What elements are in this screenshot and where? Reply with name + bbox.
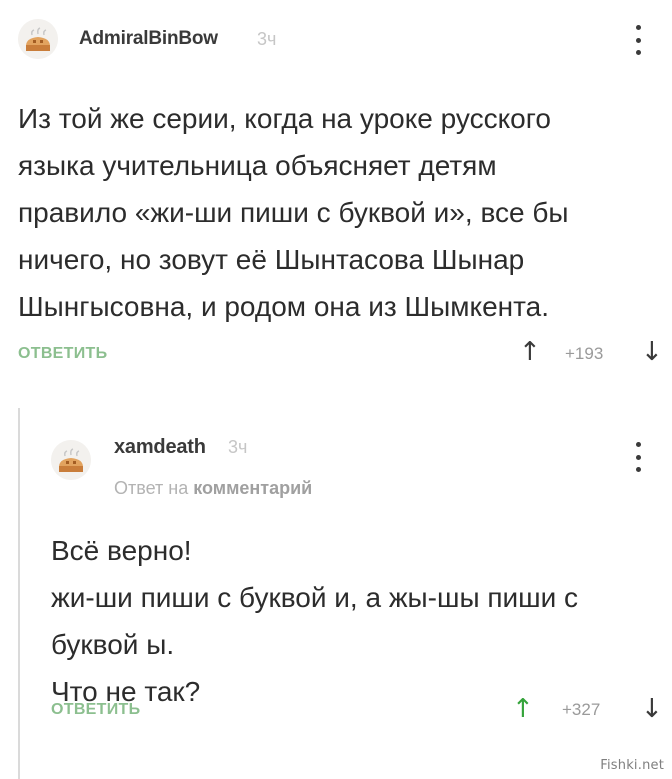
comment-line: Шынгысовна, и родом она из Шымкента. [18, 291, 549, 322]
comment: AdmiralBinBow 3ч Из той же серии, когда … [0, 0, 672, 390]
downvote-arrow-icon[interactable]: ↓ [641, 339, 663, 365]
upvote-arrow-icon[interactable]: ↑ [519, 339, 541, 365]
comment-line: правило «жи-ши пиши с буквой и», все бы [18, 197, 569, 228]
watermark: Fishki.net [600, 758, 664, 773]
comment-line: языка учительница объясняет детям [18, 150, 497, 181]
comment-line: ничего, но зовут её Шынтасова Шынар [18, 244, 525, 275]
comment-line: жи-ши пиши с буквой и, а жы-шы пиши с [51, 582, 579, 613]
reply-comment: xamdeath 3ч Ответ на комментарий Всё вер… [0, 400, 672, 779]
reply-button[interactable]: ОТВЕТИТЬ [18, 345, 107, 363]
comment-line: Из той же серии, когда на уроке русского [18, 103, 551, 134]
reply-to-prefix: Ответ на [114, 478, 189, 498]
author-name[interactable]: xamdeath [114, 436, 206, 459]
downvote-arrow-icon[interactable]: ↓ [641, 696, 663, 722]
comment-text: Всё верно! жи-ши пиши с буквой и, а жы-ш… [51, 527, 661, 715]
comment-line: Всё верно! [51, 535, 192, 566]
more-options-icon[interactable] [631, 442, 645, 472]
upvote-arrow-icon[interactable]: ↑ [512, 696, 534, 722]
reply-to-info: Ответ на комментарий [114, 478, 312, 499]
author-name[interactable]: AdmiralBinBow [79, 28, 218, 50]
comment-line: буквой ы. [51, 629, 175, 660]
comment-text: Из той же серии, когда на уроке русского… [18, 95, 658, 330]
pie-avatar-icon[interactable] [51, 440, 91, 480]
vote-count: +193 [565, 344, 604, 363]
vote-count: +327 [562, 700, 601, 719]
comment-time: 3ч [228, 437, 248, 457]
reply-button[interactable]: ОТВЕТИТЬ [51, 701, 140, 719]
reply-to-link[interactable]: комментарий [193, 478, 312, 498]
pie-avatar-icon[interactable] [18, 19, 58, 59]
more-options-icon[interactable] [631, 25, 645, 55]
comment-time: 3ч [257, 29, 277, 49]
